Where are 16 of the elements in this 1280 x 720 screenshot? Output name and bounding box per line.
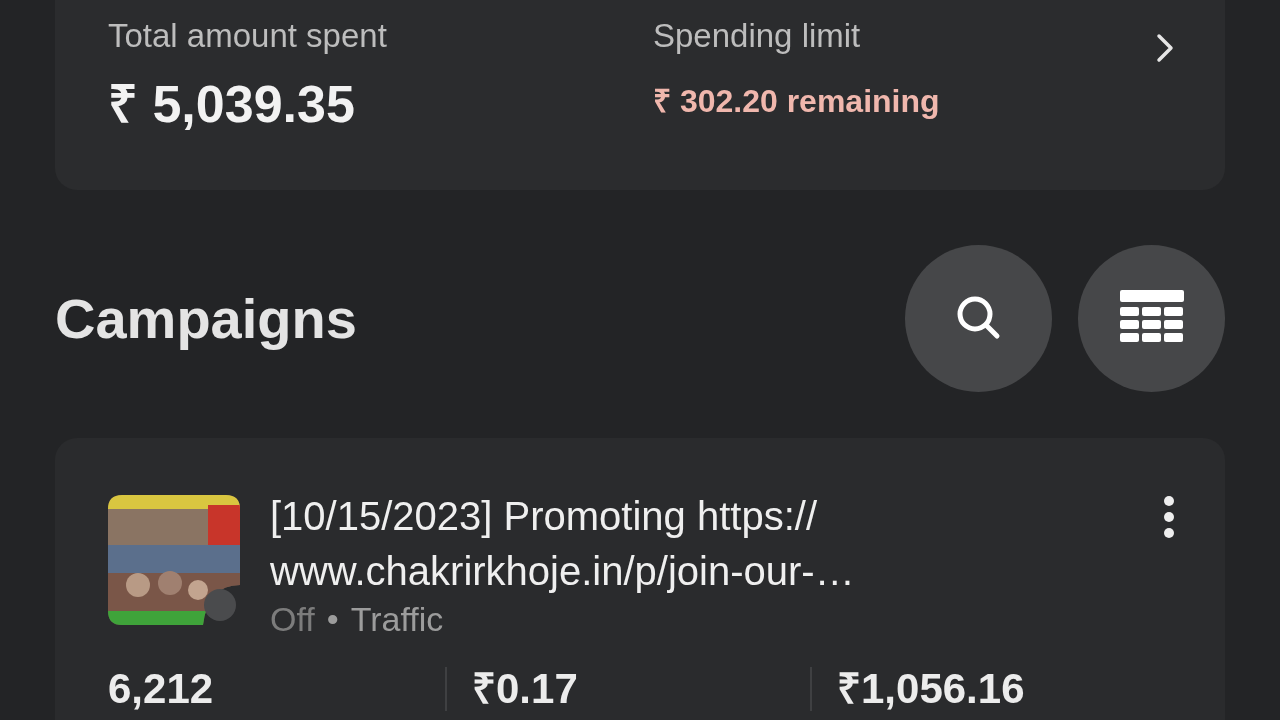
status-text: Off (270, 599, 315, 639)
separator: • (326, 599, 339, 639)
section-title: Campaigns (55, 285, 357, 351)
metric-value: ₹1,056.16 (837, 667, 1026, 711)
campaign-title: [10/15/2023] Promoting https:// www.chakrirkhoje.in/p/join-our-… (270, 493, 856, 595)
metric-value: ₹0.17 (472, 667, 579, 711)
limit-label: Spending limit (653, 16, 862, 56)
summary-card[interactable]: Total amount spent ₹ 5,039.35 Spending limit ₹ 302.20 remaining (55, 0, 1225, 190)
objective-text: Traffic (350, 599, 444, 639)
chevron-right-icon (1155, 32, 1175, 64)
metric-value: 6,212 (108, 667, 215, 711)
campaign-card[interactable]: [10/15/2023] Promoting https:// www.chakrirkhoje.in/p/join-our-… Off • Traffic 6,212 ₹0.17 ₹1,056.16 (55, 438, 1225, 720)
more-icon[interactable] (1163, 495, 1175, 539)
limit-remaining: ₹ 302.20 remaining (653, 82, 941, 121)
total-value: ₹ 5,039.35 (108, 74, 356, 135)
total-label: Total amount spent (108, 16, 388, 56)
